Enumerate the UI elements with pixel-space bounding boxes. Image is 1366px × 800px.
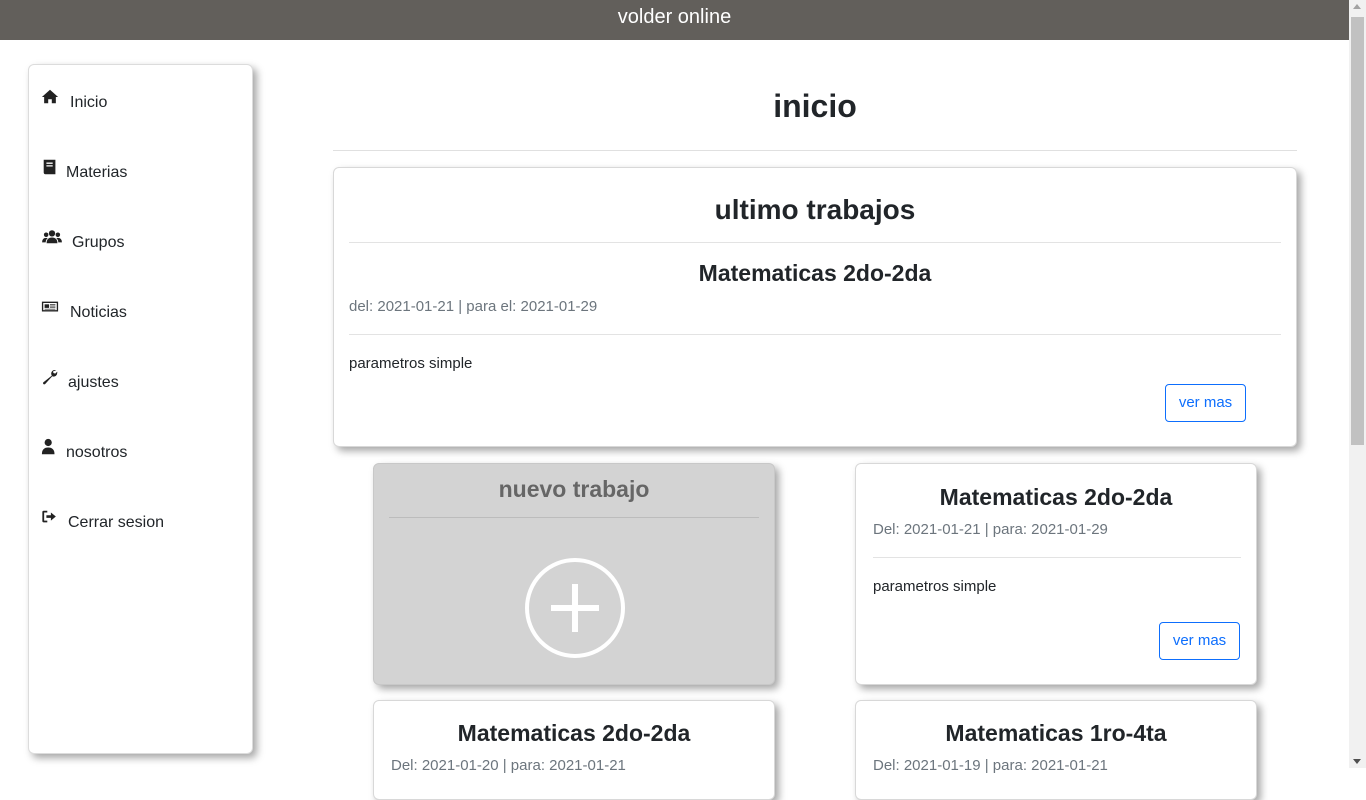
sidebar-item-label: Materias (66, 164, 128, 181)
work-card: Matematicas 1ro-4ta Del: 2021-01-19 | pa… (855, 700, 1257, 800)
sign-out-icon (41, 508, 61, 528)
wrench-icon (41, 368, 61, 388)
work-dates: del: 2021-01-21 | para el: 2021-01-29 (349, 298, 598, 315)
sidebar-item-label: Grupos (72, 234, 125, 251)
work-dates: Del: 2021-01-21 | para: 2021-01-29 (873, 521, 1108, 538)
new-work-title: nuevo trabajo (498, 476, 650, 502)
work-title: Matematicas 1ro-4ta (945, 720, 1167, 746)
divider (389, 517, 759, 518)
page-scrollbar[interactable] (1349, 0, 1366, 768)
plus-circle-icon[interactable] (523, 556, 627, 660)
work-description: parametros simple (349, 355, 473, 372)
app-header: volder online (0, 0, 1349, 40)
work-card: Matematicas 2do-2da Del: 2021-01-21 | pa… (855, 463, 1257, 685)
home-icon (41, 88, 61, 108)
sidebar-item-label: Noticias (70, 304, 127, 321)
work-description: parametros simple (873, 578, 997, 595)
book-icon (41, 158, 61, 178)
work-dates: Del: 2021-01-19 | para: 2021-01-21 (873, 757, 1108, 774)
sidebar-item-label: nosotros (66, 444, 128, 461)
latest-work-card: ultimo trabajos Matematicas 2do-2da del:… (333, 167, 1297, 447)
new-work-card[interactable]: nuevo trabajo (373, 463, 775, 685)
scroll-up-arrow-icon[interactable] (1353, 4, 1361, 9)
newspaper-icon (41, 298, 61, 318)
work-dates: Del: 2021-01-20 | para: 2021-01-21 (391, 757, 626, 774)
divider (349, 242, 1281, 243)
sidebar-item-label: ajustes (68, 374, 119, 391)
page-title: inicio (773, 88, 857, 124)
work-title: Matematicas 2do-2da (457, 720, 691, 746)
user-icon (41, 438, 61, 458)
sidebar: Inicio Materias Grupos Noticias ajustes … (28, 64, 253, 754)
users-icon (41, 228, 62, 248)
ver-mas-button[interactable]: ver mas (1165, 384, 1246, 422)
work-title: Matematicas 2do-2da (939, 484, 1173, 510)
work-title: Matematicas 2do-2da (698, 260, 932, 286)
scroll-thumb[interactable] (1351, 17, 1364, 445)
divider (873, 557, 1241, 558)
section-title: ultimo trabajos (714, 194, 916, 225)
app-title: volder online (617, 6, 732, 28)
sidebar-item-label: Cerrar sesion (68, 514, 165, 531)
ver-mas-button[interactable]: ver mas (1159, 622, 1240, 660)
sidebar-item-label: Inicio (70, 94, 108, 111)
work-card: Matematicas 2do-2da Del: 2021-01-20 | pa… (373, 700, 775, 800)
scroll-down-arrow-icon[interactable] (1353, 759, 1361, 764)
divider (349, 334, 1281, 335)
title-divider (333, 150, 1297, 151)
